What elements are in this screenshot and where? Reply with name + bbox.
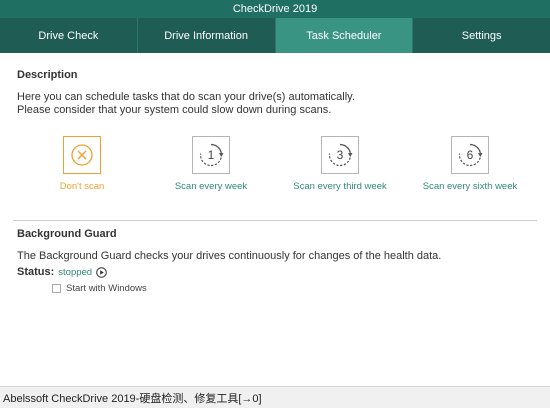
option-scan-every-week[interactable]: 1 Scan every week xyxy=(151,136,271,192)
refresh-1-icon: 1 xyxy=(199,143,224,167)
option-scan-every-sixth-week[interactable]: 6 Scan every sixth week xyxy=(410,136,530,192)
tab-task-scheduler[interactable]: Task Scheduler xyxy=(274,18,413,53)
description-line-1: Here you can schedule tasks that do scan… xyxy=(17,91,355,103)
tab-label: Drive Information xyxy=(164,29,248,42)
option-scan-every-third-week[interactable]: 3 Scan every third week xyxy=(280,136,400,192)
tab-drive-information[interactable]: Drive Information xyxy=(136,18,275,53)
tab-label: Settings xyxy=(461,29,502,42)
window-title: CheckDrive 2019 xyxy=(232,3,318,15)
window-title-bar: CheckDrive 2019 xyxy=(0,0,550,18)
refresh-3-icon: 3 xyxy=(328,143,353,167)
option-icon-box: 3 xyxy=(321,136,359,174)
background-guard-heading: Background Guard xyxy=(17,228,117,240)
option-label: Scan every third week xyxy=(293,181,387,192)
start-with-windows-checkbox[interactable] xyxy=(52,284,61,293)
option-label: Scan every sixth week xyxy=(422,181,518,192)
x-circle-icon xyxy=(71,144,93,166)
tab-label: Drive Check xyxy=(38,29,99,42)
background-guard-description: The Background Guard checks your drives … xyxy=(17,250,442,262)
option-dont-scan[interactable]: Don't scan xyxy=(22,136,142,192)
tab-settings[interactable]: Settings xyxy=(412,18,550,53)
option-label: Scan every week xyxy=(174,181,248,192)
description-line-2: Please consider that your system could s… xyxy=(17,104,332,116)
task-scheduler-panel: Description Here you can schedule tasks … xyxy=(0,53,550,386)
tab-drive-check[interactable]: Drive Check xyxy=(0,18,137,53)
option-icon-box xyxy=(63,136,101,174)
refresh-6-icon: 6 xyxy=(458,143,483,167)
option-icon-box: 1 xyxy=(192,136,230,174)
status-value: stopped xyxy=(58,266,93,278)
start-with-windows-row: Start with Windows xyxy=(52,283,147,294)
status-row: Status: stopped xyxy=(17,266,107,278)
tab-label: Task Scheduler xyxy=(306,29,382,42)
taskbar-window-title[interactable]: Abelssoft CheckDrive 2019-硬盘检测、修复工具[→0] xyxy=(3,390,262,406)
description-heading: Description xyxy=(17,69,78,81)
taskbar-strip: Abelssoft CheckDrive 2019-硬盘检测、修复工具[→0] xyxy=(0,386,550,408)
option-number: 3 xyxy=(337,148,344,162)
main-tabs: Drive Check Drive Information Task Sched… xyxy=(0,18,550,53)
option-number: 1 xyxy=(208,148,215,162)
section-divider xyxy=(13,220,537,221)
start-guard-button[interactable] xyxy=(96,266,107,278)
option-label: Don't scan xyxy=(59,181,105,192)
option-number: 6 xyxy=(467,148,474,162)
start-with-windows-label: Start with Windows xyxy=(66,283,147,294)
play-icon xyxy=(96,266,107,278)
status-label: Status: xyxy=(17,266,55,278)
option-icon-box: 6 xyxy=(451,136,489,174)
